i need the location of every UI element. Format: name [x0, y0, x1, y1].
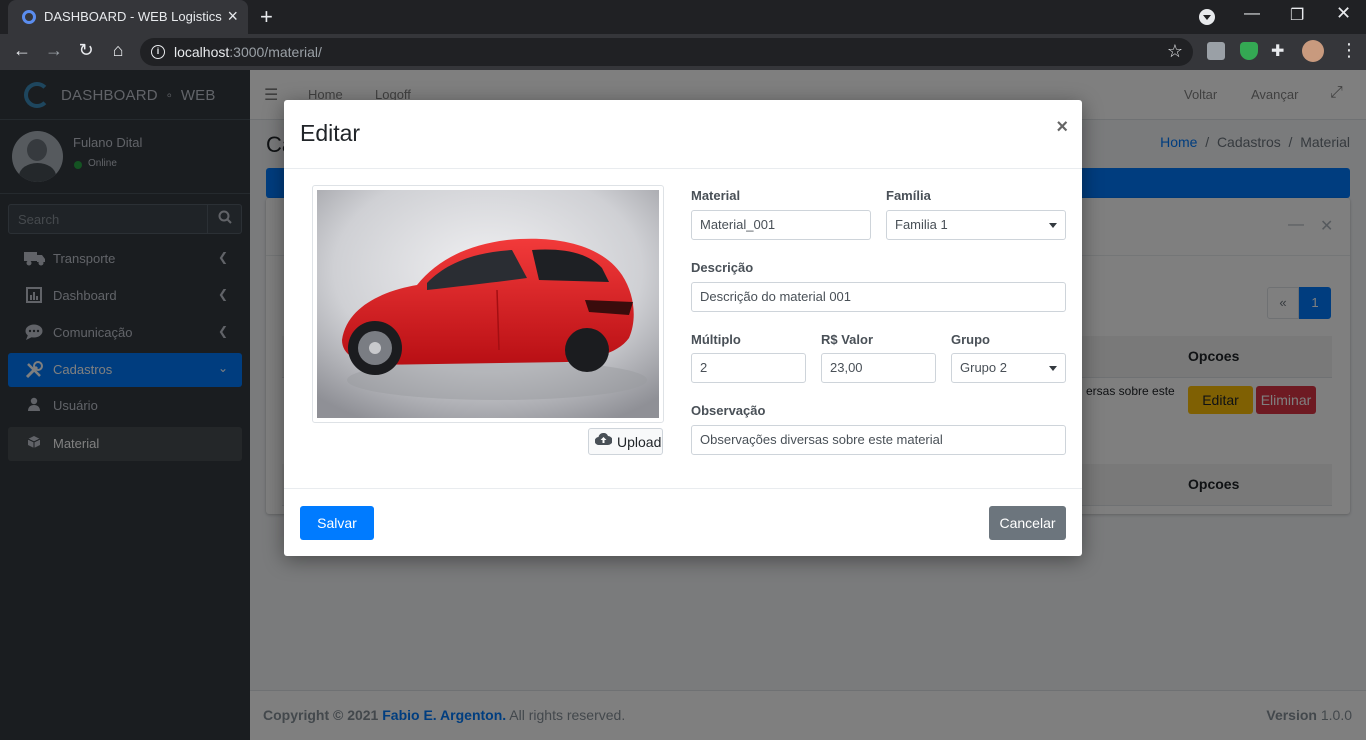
caret-down-icon	[1049, 366, 1057, 371]
caret-down-icon	[1049, 223, 1057, 228]
new-tab-icon[interactable]: +	[260, 4, 273, 30]
tab-close-icon[interactable]: ×	[227, 6, 238, 27]
material-image	[312, 185, 664, 423]
multiplo-input[interactable]: 2	[691, 353, 806, 383]
descricao-label: Descrição	[691, 260, 754, 275]
browser-tab-bar: DASHBOARD - WEB Logistics × + — ❐ ✕	[0, 0, 1366, 34]
extensions-puzzle-icon[interactable]: ✚	[1271, 41, 1289, 60]
familia-select[interactable]: Familia 1	[886, 210, 1066, 240]
shield-extension-icon[interactable]	[1240, 42, 1258, 60]
car-photo	[317, 190, 659, 418]
tab-title: DASHBOARD - WEB Logistics	[44, 9, 222, 24]
valor-label: R$ Valor	[821, 332, 874, 347]
modal-title: Editar	[300, 120, 361, 146]
back-icon[interactable]: ←	[10, 40, 34, 61]
home-icon[interactable]: ⌂	[106, 40, 130, 61]
descricao-input[interactable]: Descrição do material 001	[691, 282, 1066, 312]
reload-icon[interactable]: ↻	[74, 40, 98, 61]
save-button[interactable]: Salvar	[300, 506, 374, 540]
favicon-icon	[22, 10, 36, 24]
multiplo-label: Múltiplo	[691, 332, 741, 347]
browser-tab[interactable]: DASHBOARD - WEB Logistics ×	[8, 0, 248, 34]
profile-avatar-icon[interactable]	[1302, 40, 1324, 62]
browser-toolbar: ← → ↻ ⌂ i localhost:3000/material/ ☆ ✚ ⋮	[0, 34, 1366, 70]
observacao-input[interactable]: Observações diversas sobre este material	[691, 425, 1066, 455]
bookmark-star-icon[interactable]: ☆	[1167, 41, 1183, 62]
valor-input[interactable]: 23,00	[821, 353, 936, 383]
download-icon[interactable]	[1199, 9, 1215, 25]
cloud-upload-icon	[594, 432, 613, 448]
material-label: Material	[691, 188, 741, 203]
familia-selected: Familia 1	[895, 217, 948, 232]
minimize-icon[interactable]: —	[1244, 5, 1260, 23]
grupo-label: Grupo	[951, 332, 990, 347]
restore-icon[interactable]: ❐	[1290, 5, 1304, 25]
grupo-selected: Grupo 2	[960, 360, 1007, 375]
upload-button[interactable]: Upload	[588, 428, 663, 455]
grupo-select[interactable]: Grupo 2	[951, 353, 1066, 383]
browser-menu-icon[interactable]: ⋮	[1340, 40, 1358, 61]
url-text: localhost:3000/material/	[174, 44, 322, 60]
camera-extension-icon[interactable]	[1207, 42, 1225, 60]
address-bar[interactable]: i localhost:3000/material/ ☆	[140, 38, 1193, 66]
edit-modal: Editar × Upload Material Material_001 Fa…	[284, 100, 1082, 556]
modal-footer: Salvar Cancelar	[284, 488, 1082, 556]
familia-label: Família	[886, 188, 931, 203]
info-icon[interactable]: i	[151, 45, 165, 59]
window-close-icon[interactable]: ✕	[1336, 3, 1351, 24]
material-input[interactable]: Material_001	[691, 210, 871, 240]
forward-icon[interactable]: →	[42, 40, 66, 61]
cancel-button[interactable]: Cancelar	[989, 506, 1066, 540]
modal-close-icon[interactable]: ×	[1056, 116, 1068, 139]
observacao-label: Observação	[691, 403, 766, 418]
modal-header: Editar ×	[284, 100, 1082, 169]
